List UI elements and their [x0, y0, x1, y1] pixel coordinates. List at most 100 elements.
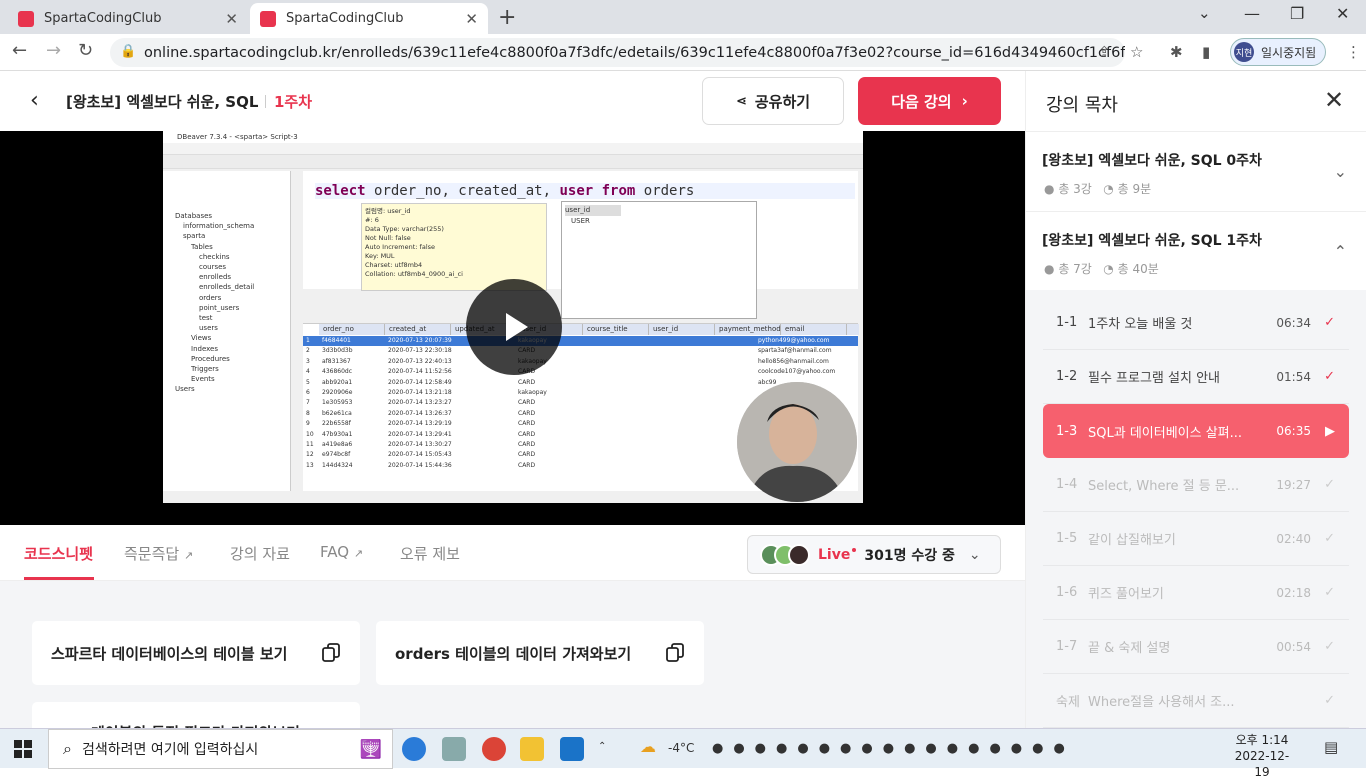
check-icon: ✓ — [1324, 369, 1335, 384]
ide-title: DBeaver 7.3.4 - <sparta> Script-3 — [163, 131, 863, 143]
grid-cell: 5 — [306, 378, 310, 386]
search-icon: ⌕ — [63, 739, 72, 758]
tree-item: checkins — [199, 252, 230, 261]
live-viewers-dropdown[interactable]: Live 301명 수강 중 ⌄ — [747, 535, 1001, 574]
side-panel-icon[interactable]: ▮ — [1202, 43, 1210, 61]
lesson-duration: 00:54 — [1276, 639, 1311, 654]
lesson-item[interactable]: 1-5 같이 삽질해보기 02:40 ✓ — [1043, 512, 1349, 566]
check-icon: ✓ — [1324, 477, 1335, 492]
grid-cell: 436860dc — [322, 368, 353, 376]
extensions-icon[interactable]: ✱ — [1170, 43, 1183, 61]
close-icon[interactable]: ✕ — [1324, 86, 1344, 114]
tab-materials[interactable]: 강의 자료 — [230, 543, 290, 564]
browser-tab-bar: SpartaCodingClub ✕ SpartaCodingClub ✕ + … — [0, 0, 1366, 34]
lesson-item[interactable]: 1-6 퀴즈 풀어보기 02:18 ✓ — [1043, 566, 1349, 620]
taskbar-clock[interactable]: 오후 1:14 2022-12-19 — [1232, 732, 1292, 780]
tab-search-chevron-icon[interactable]: ⌄ — [1198, 4, 1211, 22]
back-chevron-icon[interactable]: ‹ — [30, 88, 39, 113]
tray-overflow-icon[interactable]: ⌃ — [598, 741, 606, 752]
windows-start-icon[interactable] — [14, 740, 32, 758]
grid-cell: CARD — [518, 451, 536, 459]
url-bar[interactable]: 🔒 online.spartacodingclub.kr/enrolleds/6… — [110, 38, 1125, 67]
back-icon[interactable]: ← — [12, 40, 27, 61]
lesson-item[interactable]: 1-2 필수 프로그램 설치 안내 01:54 ✓ — [1043, 350, 1349, 404]
browser-tab[interactable]: SpartaCodingClub ✕ — [8, 3, 248, 34]
week-section-0[interactable]: [왕초보] 엑셀보다 쉬운, SQL 0주차 ● 총 3강 ◔ 총 9분 ⌄ — [1026, 131, 1366, 211]
content-tabs: 코드스니펫 즉문즉답 ↗ 강의 자료 FAQ ↗ 오류 제보 Live 301명… — [0, 525, 1025, 581]
video-player[interactable]: DBeaver 7.3.4 - <sparta> Script-3 Databa… — [0, 131, 1025, 525]
lesson-item[interactable]: 1-7 끝 & 숙제 설명 00:54 ✓ — [1043, 620, 1349, 674]
lesson-item[interactable]: 1-3 SQL과 데이터베이스 살펴... 06:35 ▶ — [1043, 404, 1349, 458]
notifications-icon[interactable]: ▤ — [1324, 738, 1338, 756]
play-button[interactable] — [466, 279, 562, 375]
grid-cell: 2020-07-14 13:21:18 — [388, 388, 452, 396]
tab-qna[interactable]: 즉문즉답 ↗ — [124, 543, 193, 564]
snippet-card[interactable]: 스파르타 데이터베이스의 테이블 보기 — [32, 621, 360, 685]
lecture-header: ‹ [왕초보] 엑셀보다 쉬운, SQL 1주차 ⋖ 공유하기 다음 강의 › — [0, 71, 1025, 131]
weather-icon[interactable]: ☁ — [640, 737, 656, 756]
external-link-icon: ↗ — [353, 547, 364, 560]
lock-icon: 🔒 — [120, 44, 137, 59]
snippet-card[interactable]: orders 테이블의 데이터 가져와보기 — [376, 621, 704, 685]
tab-error-report[interactable]: 오류 제보 — [400, 543, 460, 564]
minimize-icon[interactable]: — — [1244, 4, 1260, 23]
lesson-item[interactable]: 숙제 Where절을 사용해서 조... ✓ — [1043, 674, 1349, 728]
mail-icon[interactable] — [560, 737, 584, 761]
bookmark-star-icon[interactable]: ☆ — [1130, 43, 1143, 61]
lesson-duration: 02:18 — [1276, 585, 1311, 600]
tree-item: Users — [175, 385, 195, 394]
grid-cell: 7 — [306, 399, 310, 407]
tray-icons[interactable]: ●●●●●●●●●●●●●●●●● — [712, 741, 1075, 756]
grid-cell: 2020-07-14 13:23:27 — [388, 399, 452, 407]
tree-item: enrolleds — [199, 273, 232, 282]
tree-item: sparta — [183, 232, 206, 241]
reload-icon[interactable]: ↻ — [78, 40, 93, 61]
play-circle-icon: ● — [1044, 262, 1055, 276]
lesson-title: Select, Where 절 등 문... — [1088, 479, 1240, 494]
taskbar-search[interactable]: ⌕ 검색하려면 여기에 입력하십시 🕎 — [48, 729, 393, 769]
app-icon[interactable] — [442, 737, 466, 761]
viewer-avatars — [760, 543, 810, 566]
menorah-icon: 🕎 — [359, 738, 382, 760]
column-tooltip: 컬럼명: user_id #: 6 Data Type: varchar(255) N… — [361, 203, 547, 291]
menu-dots-icon[interactable]: ⋮ — [1346, 43, 1361, 61]
lesson-item[interactable]: 1-4 Select, Where 절 등 문... 19:27 ✓ — [1043, 458, 1349, 512]
close-tab-icon[interactable]: ✕ — [465, 10, 478, 28]
profile-button[interactable]: 지현 일시중지됨 — [1230, 38, 1326, 66]
grid-cell: 3 — [306, 357, 310, 365]
instructor-webcam — [737, 382, 857, 502]
share-button[interactable]: ⋖ 공유하기 — [702, 77, 844, 125]
new-tab-icon[interactable]: + — [498, 5, 516, 30]
grid-cell: CARD — [518, 420, 536, 428]
tab-title: SpartaCodingClub — [286, 11, 404, 26]
grid-cell: python499@yahoo.com — [758, 337, 830, 344]
copy-icon[interactable] — [322, 643, 340, 663]
grid-cell: kakaopay — [515, 357, 755, 367]
grid-cell: a419e8a6 — [322, 440, 353, 448]
maximize-icon[interactable]: ❐ — [1290, 4, 1304, 23]
edge-icon[interactable] — [402, 737, 426, 761]
check-icon: ✓ — [1324, 315, 1335, 330]
grid-cell: e974bc8f — [322, 451, 351, 459]
tab-code-snippet[interactable]: 코드스니펫 — [24, 543, 93, 564]
file-explorer-icon[interactable] — [520, 737, 544, 761]
weather-temp[interactable]: -4°C — [668, 741, 694, 755]
copy-icon[interactable] — [666, 643, 684, 663]
lesson-duration: 06:34 — [1276, 315, 1311, 330]
week-section-1[interactable]: [왕초보] 엑셀보다 쉬운, SQL 1주차 ● 총 7강 ◔ 총 40분 ⌃ — [1026, 211, 1366, 291]
forward-icon[interactable]: → — [46, 40, 61, 61]
chrome-icon[interactable] — [482, 737, 506, 761]
lesson-duration: 06:35 — [1276, 424, 1311, 438]
profile-status: 일시중지됨 — [1261, 45, 1317, 60]
tab-faq[interactable]: FAQ ↗ — [320, 543, 363, 561]
browser-tab-active[interactable]: SpartaCodingClub ✕ — [250, 3, 488, 34]
grid-cell: CARD — [515, 367, 755, 377]
grid-cell: 2020-07-14 13:29:41 — [388, 430, 452, 438]
tooltip-line: Data Type: varchar(255) — [365, 225, 444, 233]
close-tab-icon[interactable]: ✕ — [225, 10, 238, 28]
tooltip-line: Auto Increment: false — [365, 243, 436, 251]
close-window-icon[interactable]: ✕ — [1336, 4, 1349, 23]
next-lecture-button[interactable]: 다음 강의 › — [858, 77, 1001, 125]
lesson-item[interactable]: 1-1 1주차 오늘 배울 것 06:34 ✓ — [1043, 296, 1349, 350]
share-page-icon[interactable]: ⇪ — [1098, 43, 1111, 61]
